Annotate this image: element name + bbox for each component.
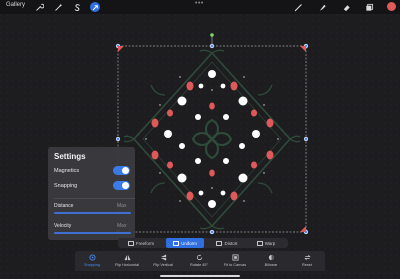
bilinear-icon xyxy=(268,254,274,261)
snapping-icon xyxy=(88,254,96,261)
rotate-button[interactable]: Rotate 45° xyxy=(184,251,214,271)
flip-horizontal-button[interactable]: Flip Horizontal xyxy=(112,251,142,271)
distance-slider[interactable] xyxy=(54,212,131,214)
settings-title: Settings xyxy=(54,152,86,161)
distort-icon xyxy=(216,240,223,246)
snapping-button[interactable]: Snapping xyxy=(77,251,107,271)
toggle-knob xyxy=(122,182,129,189)
distance-max-label: Max xyxy=(117,203,127,209)
magnetics-toggle[interactable] xyxy=(113,166,130,175)
action-label: Fit to Canvas xyxy=(223,263,247,267)
transform-actions-bar: Snapping Flip Horizontal Flip Vertical R… xyxy=(75,251,325,271)
uniform-icon xyxy=(173,240,180,246)
flip-horizontal-icon xyxy=(123,254,131,261)
transform-mode-bar: Freeform Uniform Distort Warp xyxy=(118,238,288,248)
rotation-handle xyxy=(210,33,214,37)
toggle-knob xyxy=(122,167,129,174)
magnetics-label: Magnetics xyxy=(54,168,80,174)
distance-label: Distance xyxy=(54,203,74,209)
flip-vertical-icon xyxy=(160,254,166,261)
action-label: Rotate 45° xyxy=(190,263,208,267)
home-indicator xyxy=(160,275,240,277)
mode-label: Distort xyxy=(224,240,238,246)
rotate-icon xyxy=(196,254,202,261)
fit-canvas-icon xyxy=(231,254,239,261)
action-label: Snapping xyxy=(83,263,101,267)
warp-icon xyxy=(256,240,263,246)
snapping-label: Snapping xyxy=(54,183,78,189)
reset-icon xyxy=(303,255,311,260)
freeform-icon xyxy=(127,240,134,246)
action-label: Flip Horizontal xyxy=(114,263,140,267)
bilinear-button[interactable]: Bilinear xyxy=(256,251,286,271)
center-ornament xyxy=(191,118,233,160)
action-label: Bilinear xyxy=(264,263,278,267)
mode-warp[interactable]: Warp xyxy=(248,238,284,248)
velocity-slider[interactable] xyxy=(54,232,131,234)
mode-label: Uniform xyxy=(181,240,197,246)
reset-button[interactable]: Reset xyxy=(292,251,322,271)
action-label: Flip Vertical xyxy=(153,263,173,267)
mode-label: Freeform xyxy=(135,240,155,246)
fit-to-canvas-button[interactable]: Fit to Canvas xyxy=(220,251,250,271)
mode-freeform[interactable]: Freeform xyxy=(122,238,160,248)
velocity-max-label: Max xyxy=(117,223,127,229)
mode-uniform[interactable]: Uniform xyxy=(166,238,204,248)
mode-label: Warp xyxy=(264,240,276,246)
settings-divider xyxy=(54,198,135,199)
snapping-toggle[interactable] xyxy=(113,181,130,190)
mode-distort[interactable]: Distort xyxy=(208,238,246,248)
action-label: Reset xyxy=(302,263,312,267)
flip-vertical-button[interactable]: Flip Vertical xyxy=(148,251,178,271)
velocity-label: Velocity xyxy=(54,223,72,229)
